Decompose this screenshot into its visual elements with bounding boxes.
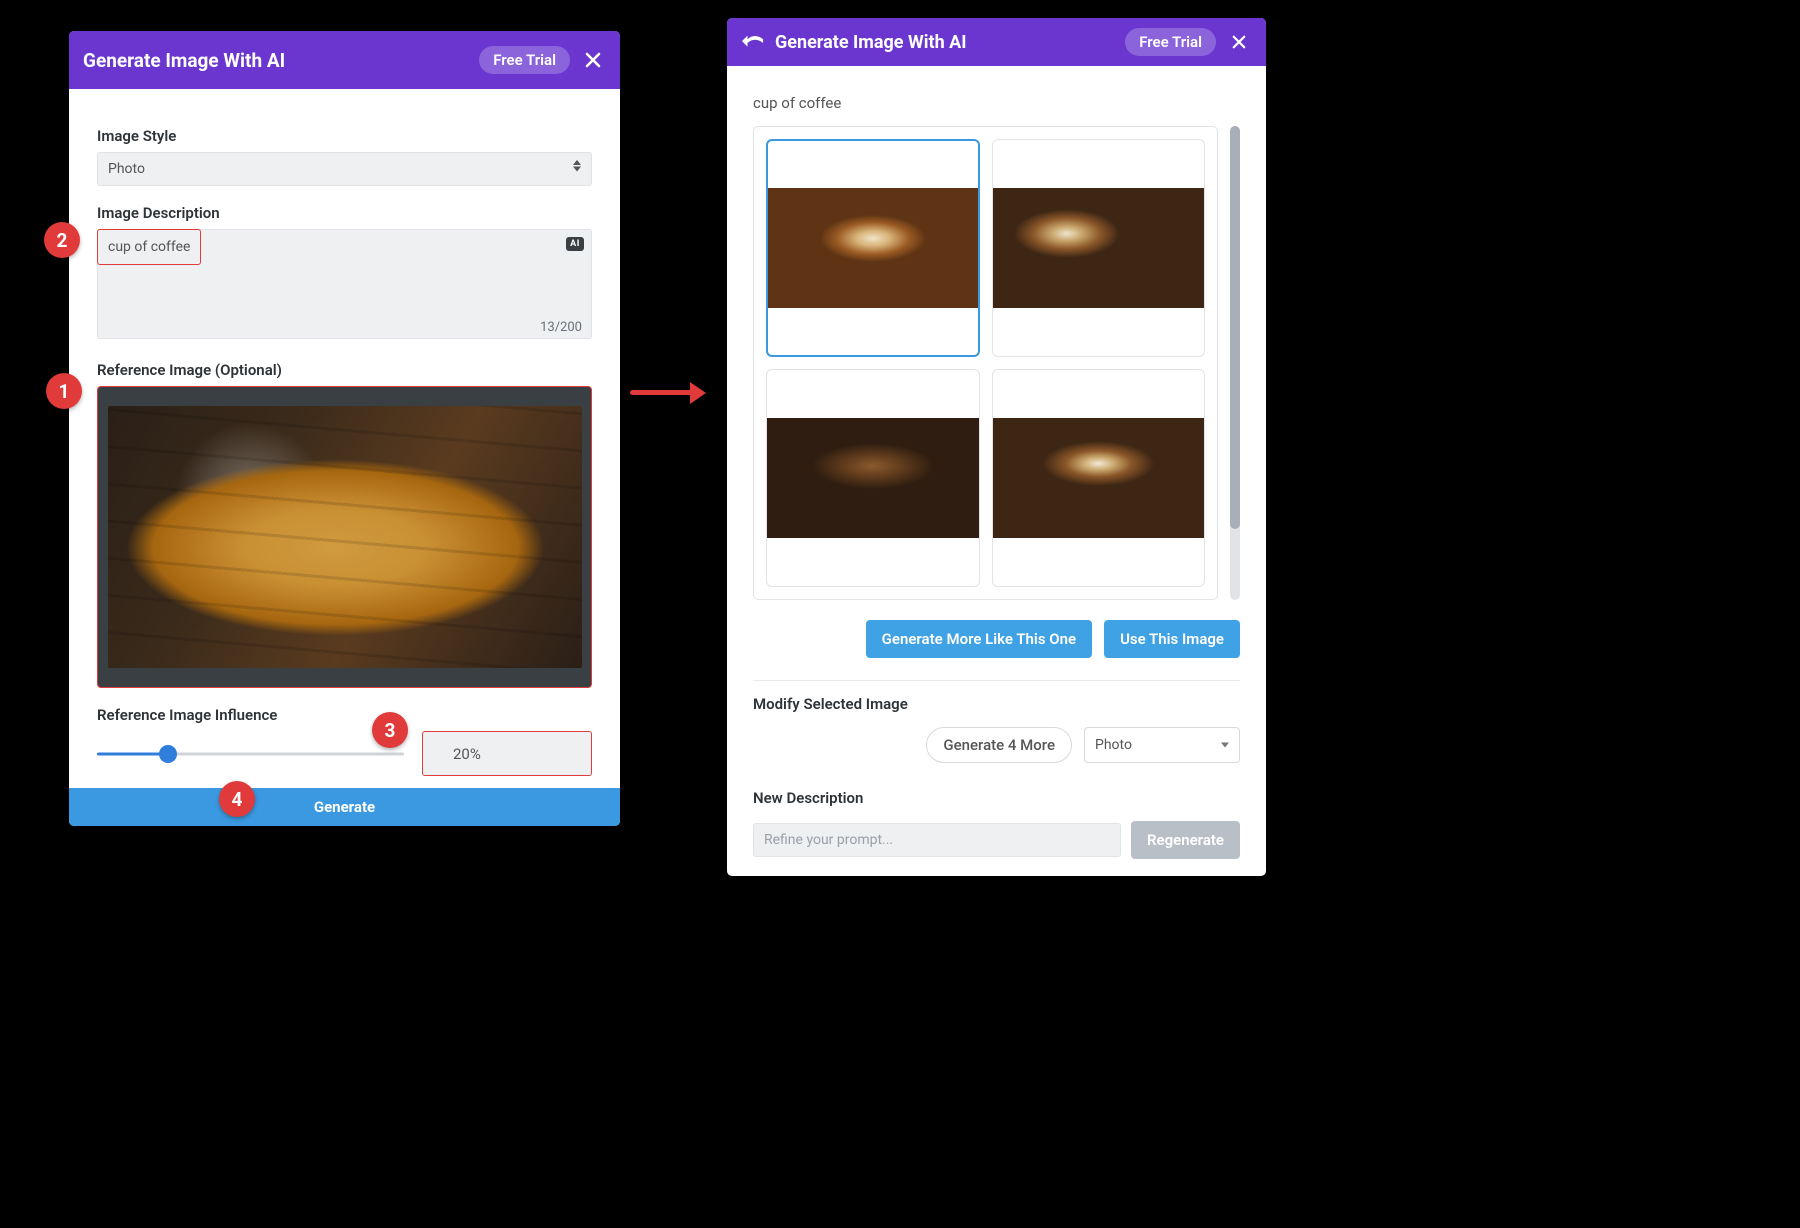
arrow-line: [630, 390, 696, 395]
flow-arrow: [630, 390, 696, 395]
header: Generate Image With AI Free Trial: [69, 31, 620, 89]
panel-body: Image Style Photo Image Description cup …: [69, 89, 620, 776]
results-scrollbar[interactable]: [1230, 126, 1240, 600]
annotation-badge-2: 2: [44, 222, 80, 258]
annotation-badge-3: 3: [372, 712, 408, 748]
generate-more-like-button[interactable]: Generate More Like This One: [866, 620, 1092, 658]
modify-section-title: Modify Selected Image: [753, 695, 1240, 713]
slider-fill: [97, 752, 168, 755]
influence-slider[interactable]: [97, 740, 404, 768]
free-trial-badge[interactable]: Free Trial: [1125, 28, 1216, 56]
use-this-image-button[interactable]: Use This Image: [1104, 620, 1240, 658]
reference-influence-label: Reference Image Influence: [97, 706, 592, 724]
generate-4-more-button[interactable]: Generate 4 More: [926, 727, 1072, 763]
refine-row: Regenerate: [753, 821, 1240, 859]
scrollbar-thumb[interactable]: [1230, 126, 1240, 529]
back-button[interactable]: [741, 33, 765, 51]
slider-thumb[interactable]: [159, 745, 177, 763]
header-title: Generate Image With AI: [775, 32, 1115, 53]
panel-generate-input: Generate Image With AI Free Trial Image …: [69, 31, 620, 826]
divider: [753, 680, 1240, 681]
image-style-label: Image Style: [97, 127, 592, 145]
back-arrow-icon: [742, 33, 764, 51]
close-button[interactable]: [1226, 35, 1252, 49]
modify-style-value: Photo: [1095, 737, 1132, 753]
results-grid-wrap: [753, 126, 1240, 600]
image-description-wrap: cup of coffee AI 13/200: [97, 229, 592, 343]
header-title: Generate Image With AI: [83, 49, 469, 72]
arrow-head-icon: [690, 382, 706, 404]
modify-row: Generate 4 More Photo: [753, 727, 1240, 763]
result-thumb-3[interactable]: [766, 369, 980, 587]
image-style-value: Photo: [108, 161, 145, 177]
result-image: [768, 188, 978, 308]
close-icon: [1232, 35, 1246, 49]
influence-value-box[interactable]: 20%: [422, 731, 592, 776]
ai-assist-button[interactable]: AI: [566, 237, 584, 251]
panel-body: cup of coffee Generate More Like This On…: [727, 66, 1266, 859]
modify-style-select[interactable]: Photo: [1084, 727, 1240, 763]
reference-image-upload[interactable]: [97, 386, 592, 688]
result-image: [767, 418, 979, 538]
regenerate-button[interactable]: Regenerate: [1131, 821, 1240, 859]
result-thumb-1[interactable]: [766, 139, 980, 357]
reference-image-preview: [108, 406, 582, 668]
action-buttons-row: Generate More Like This One Use This Ima…: [753, 620, 1240, 658]
new-description-title: New Description: [753, 789, 1240, 807]
close-button[interactable]: [580, 52, 606, 68]
panel-generate-results: Generate Image With AI Free Trial cup of…: [727, 18, 1266, 876]
refine-prompt-input[interactable]: [753, 823, 1121, 857]
prompt-display: cup of coffee: [753, 94, 1240, 112]
influence-row: 20%: [97, 731, 592, 776]
char-counter: 13/200: [540, 320, 582, 335]
close-icon: [585, 52, 601, 68]
result-image: [993, 188, 1205, 308]
image-style-select[interactable]: Photo: [97, 152, 592, 186]
result-thumb-2[interactable]: [992, 139, 1206, 357]
free-trial-badge[interactable]: Free Trial: [479, 46, 570, 74]
result-image: [993, 418, 1205, 538]
header: Generate Image With AI Free Trial: [727, 18, 1266, 66]
reference-image-label: Reference Image (Optional): [97, 361, 592, 379]
result-thumb-4[interactable]: [992, 369, 1206, 587]
generate-button[interactable]: Generate: [69, 788, 620, 826]
annotation-badge-1: 1: [46, 373, 82, 409]
influence-value: 20%: [453, 745, 481, 763]
image-description-label: Image Description: [97, 204, 592, 222]
results-grid: [753, 126, 1218, 600]
image-description-input[interactable]: [97, 229, 592, 339]
annotation-badge-4: 4: [219, 781, 255, 817]
